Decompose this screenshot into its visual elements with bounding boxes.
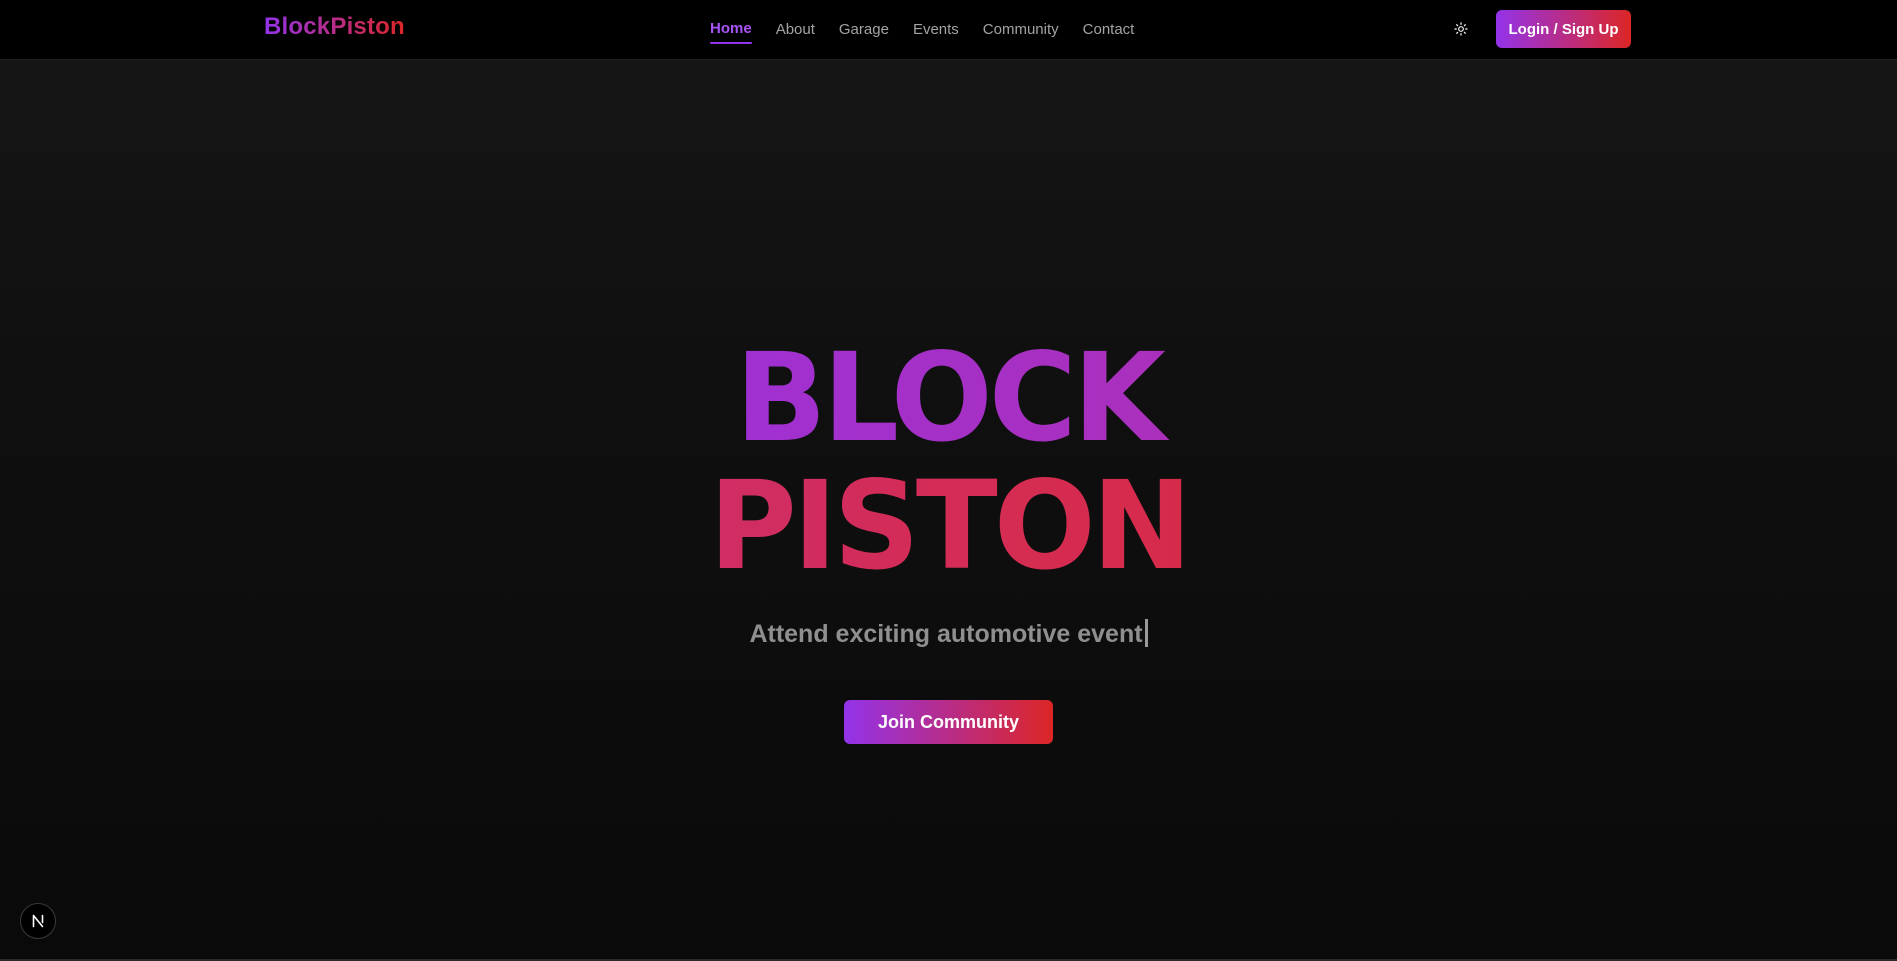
main-nav: Home About Garage Events Community Conta… xyxy=(710,0,1134,60)
page: BlockPiston Home About Garage Events Com… xyxy=(0,0,1897,961)
top-navbar: BlockPiston Home About Garage Events Com… xyxy=(0,0,1897,60)
nav-home[interactable]: Home xyxy=(710,19,752,44)
nextjs-badge-button[interactable] xyxy=(20,903,56,939)
hero-title-line-2: PISTON xyxy=(0,461,1897,593)
hero-title: BLOCK PISTON xyxy=(0,333,1897,593)
sun-icon xyxy=(1454,22,1468,36)
nav-garage[interactable]: Garage xyxy=(839,20,889,40)
brand-logo[interactable]: BlockPiston xyxy=(264,13,405,41)
nav-community[interactable]: Community xyxy=(983,20,1059,40)
join-community-button[interactable]: Join Community xyxy=(844,700,1053,744)
login-signup-button[interactable]: Login / Sign Up xyxy=(1496,10,1631,48)
nav-events[interactable]: Events xyxy=(913,20,959,40)
nextjs-badge-icon xyxy=(32,914,44,928)
hero-title-line-1: BLOCK xyxy=(0,333,1897,465)
typewriter-text: Attend exciting automotive event xyxy=(749,620,1143,648)
nav-about[interactable]: About xyxy=(776,20,815,40)
typing-caret xyxy=(1144,619,1148,647)
nav-contact[interactable]: Contact xyxy=(1083,20,1135,40)
hero-subtitle: Attend exciting automotive event xyxy=(0,619,1897,649)
theme-toggle-button[interactable] xyxy=(1450,18,1472,40)
